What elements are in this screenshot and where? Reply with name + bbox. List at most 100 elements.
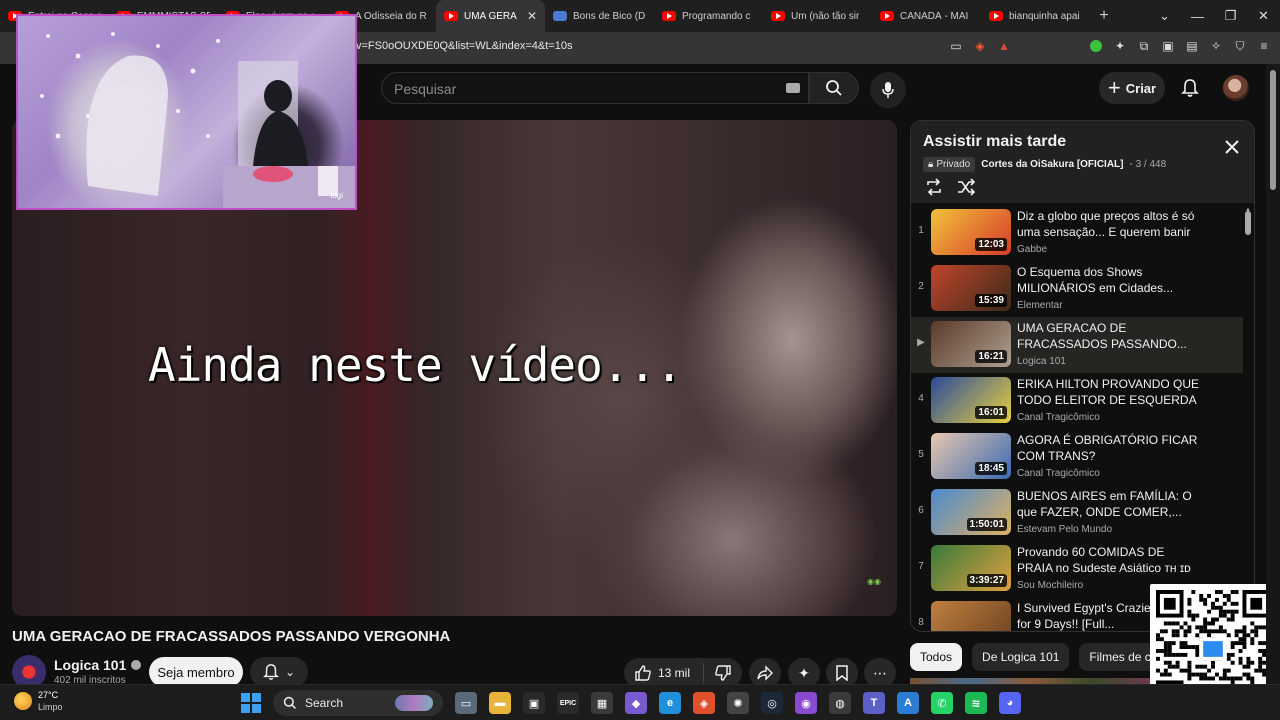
video-thumbnail[interactable]: 16:21	[931, 321, 1011, 367]
cast-icon[interactable]: ▭	[948, 38, 964, 54]
close-icon[interactable]	[1224, 139, 1240, 155]
epic-games-icon[interactable]: EPIC	[557, 692, 579, 714]
playlist-video-title[interactable]: ERIKA HILTON PROVANDO QUE TODO ELEITOR D…	[1017, 377, 1203, 409]
page-scrollbar-thumb[interactable]	[1270, 70, 1276, 190]
voice-search-button[interactable]	[870, 72, 906, 108]
video-thumbnail[interactable]	[931, 601, 1011, 631]
search-button[interactable]	[809, 72, 859, 104]
qr-module	[1242, 629, 1247, 634]
menu-icon[interactable]: ≡	[1256, 38, 1272, 54]
playlist-item[interactable]: 6 1:50:01 BUENOS AIRES em FAMÍLIA: O que F…	[911, 485, 1243, 541]
brave-icon[interactable]: ◈	[693, 692, 715, 714]
shuffle-button[interactable]	[955, 177, 977, 197]
whatsapp-icon[interactable]: ✆	[931, 692, 953, 714]
extension-status-icon[interactable]	[1090, 40, 1102, 52]
account-avatar[interactable]	[1223, 75, 1249, 101]
video-thumbnail[interactable]: 1:50:01	[931, 489, 1011, 535]
qr-module	[1222, 613, 1227, 618]
teams-icon[interactable]: T	[863, 692, 885, 714]
word-icon[interactable]: A	[897, 692, 919, 714]
channel-name-row[interactable]: Logica 101	[54, 657, 142, 673]
playlist-owner[interactable]: Cortes da OiSakura [OFICIAL]	[981, 159, 1123, 170]
url-field[interactable]: v=FS0oOUXDE0Q&list=WL&index=4&t=10s	[356, 40, 572, 52]
close-tab-icon[interactable]: ✕	[527, 9, 537, 23]
leo-ai-icon[interactable]: ✧	[1208, 38, 1224, 54]
discord-alt-icon[interactable]: ◍	[829, 692, 851, 714]
bell-icon	[263, 664, 279, 680]
wallet-icon[interactable]: ▤	[1184, 38, 1200, 54]
copilot-icon[interactable]: ◆	[625, 692, 647, 714]
playlist-video-title[interactable]: Diz a globo que preços altos é só uma se…	[1017, 209, 1203, 241]
browser-tab[interactable]: bianquinha apai	[981, 0, 1090, 32]
playlist-scrollbar[interactable]	[1245, 211, 1251, 235]
copy-link-icon[interactable]: ⧉	[1136, 38, 1152, 54]
video-duration: 16:01	[975, 406, 1007, 419]
playlist-video-title[interactable]: Provando 60 COMIDAS DE PRAIA no Sudeste …	[1017, 545, 1203, 577]
video-thumbnail[interactable]: 18:45	[931, 433, 1011, 479]
page-scrollbar[interactable]	[1266, 64, 1280, 684]
app-purple-icon[interactable]: ◉	[795, 692, 817, 714]
playlist-video-title[interactable]: UMA GERACAO DE FRACASSADOS PASSANDO...	[1017, 321, 1203, 352]
search-box[interactable]: Pesquisar k	[381, 72, 809, 104]
playlist-title[interactable]: Assistir mais tarde	[923, 133, 1066, 151]
new-tab-button[interactable]: +	[1090, 7, 1118, 25]
steam-icon[interactable]: ◎	[761, 692, 783, 714]
windows-start-icon[interactable]	[241, 693, 261, 713]
playlist-item[interactable]: 4 16:01 ERIKA HILTON PROVANDO QUE TODO ELE…	[911, 373, 1243, 429]
qr-module	[1156, 633, 1160, 638]
browser-tab[interactable]: UMA GERA ✕	[436, 0, 545, 32]
playlist-item[interactable]: 1 12:03 Diz a globo que preços altos é só …	[911, 205, 1243, 261]
minimize-icon[interactable]: —	[1181, 9, 1214, 24]
create-button[interactable]: + Criar	[1099, 72, 1165, 104]
playlist-item[interactable]: 2 15:39 O Esquema dos Shows MILIONÁRIOS em…	[911, 261, 1243, 317]
file-explorer-icon[interactable]: ▭	[455, 692, 477, 714]
lock-icon: 🔒︎	[928, 159, 934, 170]
channel-name[interactable]: Logica 101	[54, 657, 126, 673]
tab-search-dropdown-icon[interactable]: ⌄	[1148, 8, 1181, 24]
folder-icon[interactable]: ▬	[489, 692, 511, 714]
restore-icon[interactable]: ❐	[1214, 8, 1247, 24]
browser-tab[interactable]: Bons de Bico (D	[545, 0, 654, 32]
qr-module	[1187, 672, 1192, 677]
bookmark-icon	[836, 665, 848, 681]
calculator-icon[interactable]: ▦	[591, 692, 613, 714]
playlist-video-title[interactable]: O Esquema dos Shows MILIONÁRIOS em Cidad…	[1017, 265, 1203, 296]
screenshot-icon[interactable]: ▣	[1160, 38, 1176, 54]
discord-icon[interactable]: ◕	[999, 692, 1021, 714]
vpn-shield-icon[interactable]: ⛉	[1232, 38, 1248, 54]
filter-chip[interactable]: Todos	[910, 643, 963, 671]
weather-widget[interactable]: 27°C Limpo	[14, 689, 63, 713]
notifications-button[interactable]	[1176, 74, 1204, 102]
playlist-item[interactable]: ▶ 16:21 UMA GERACAO DE FRACASSADOS PASSAND…	[911, 317, 1243, 373]
playlist-video-title[interactable]: BUENOS AIRES em FAMÍLIA: O que FAZER, ON…	[1017, 489, 1203, 520]
chatgpt-icon[interactable]: ✺	[727, 692, 749, 714]
video-thumbnail[interactable]: 15:39	[931, 265, 1011, 311]
media-icon[interactable]: ▣	[523, 692, 545, 714]
playlist-header: Assistir mais tarde 🔒︎ Privado Cortes da…	[911, 121, 1254, 203]
browser-tab[interactable]: CANADÁ - MAI	[872, 0, 981, 32]
edge-icon[interactable]: e	[659, 692, 681, 714]
filter-chip[interactable]: De Logica 101	[972, 643, 1070, 671]
brave-shields-icon[interactable]: ◈	[972, 38, 988, 54]
keyboard-icon[interactable]: k	[786, 83, 800, 93]
close-window-icon[interactable]: ✕	[1247, 8, 1280, 24]
streamer-webcam-overlay: logi	[16, 14, 357, 210]
brave-rewards-icon[interactable]: ▲	[996, 38, 1012, 54]
dislike-button[interactable]	[704, 664, 742, 682]
video-thumbnail[interactable]: 16:01	[931, 377, 1011, 423]
taskbar-search[interactable]: Search	[273, 690, 443, 716]
tab-title: Bons de Bico (D	[573, 10, 646, 22]
browser-tab[interactable]: Programando c	[654, 0, 763, 32]
search-input[interactable]: Pesquisar	[394, 81, 456, 97]
playlist-video-title[interactable]: AGORA É OBRIGATÓRIO FICAR COM TRANS?	[1017, 433, 1203, 464]
join-membership-button[interactable]: Seja membro	[149, 657, 243, 687]
loop-button[interactable]	[923, 177, 945, 197]
video-thumbnail[interactable]: 3:39:27	[931, 545, 1011, 591]
browser-tab[interactable]: Um (não tão sir	[763, 0, 872, 32]
playlist-item[interactable]: 5 18:45 AGORA É OBRIGATÓRIO FICAR COM TRAN…	[911, 429, 1243, 485]
like-button[interactable]: 13 mil	[624, 663, 704, 683]
spotify-icon[interactable]: ≋	[965, 692, 987, 714]
video-thumbnail[interactable]: 12:03	[931, 209, 1011, 255]
subscribed-button[interactable]: ⌄	[250, 657, 308, 687]
extensions-icon[interactable]: ✦	[1112, 38, 1128, 54]
